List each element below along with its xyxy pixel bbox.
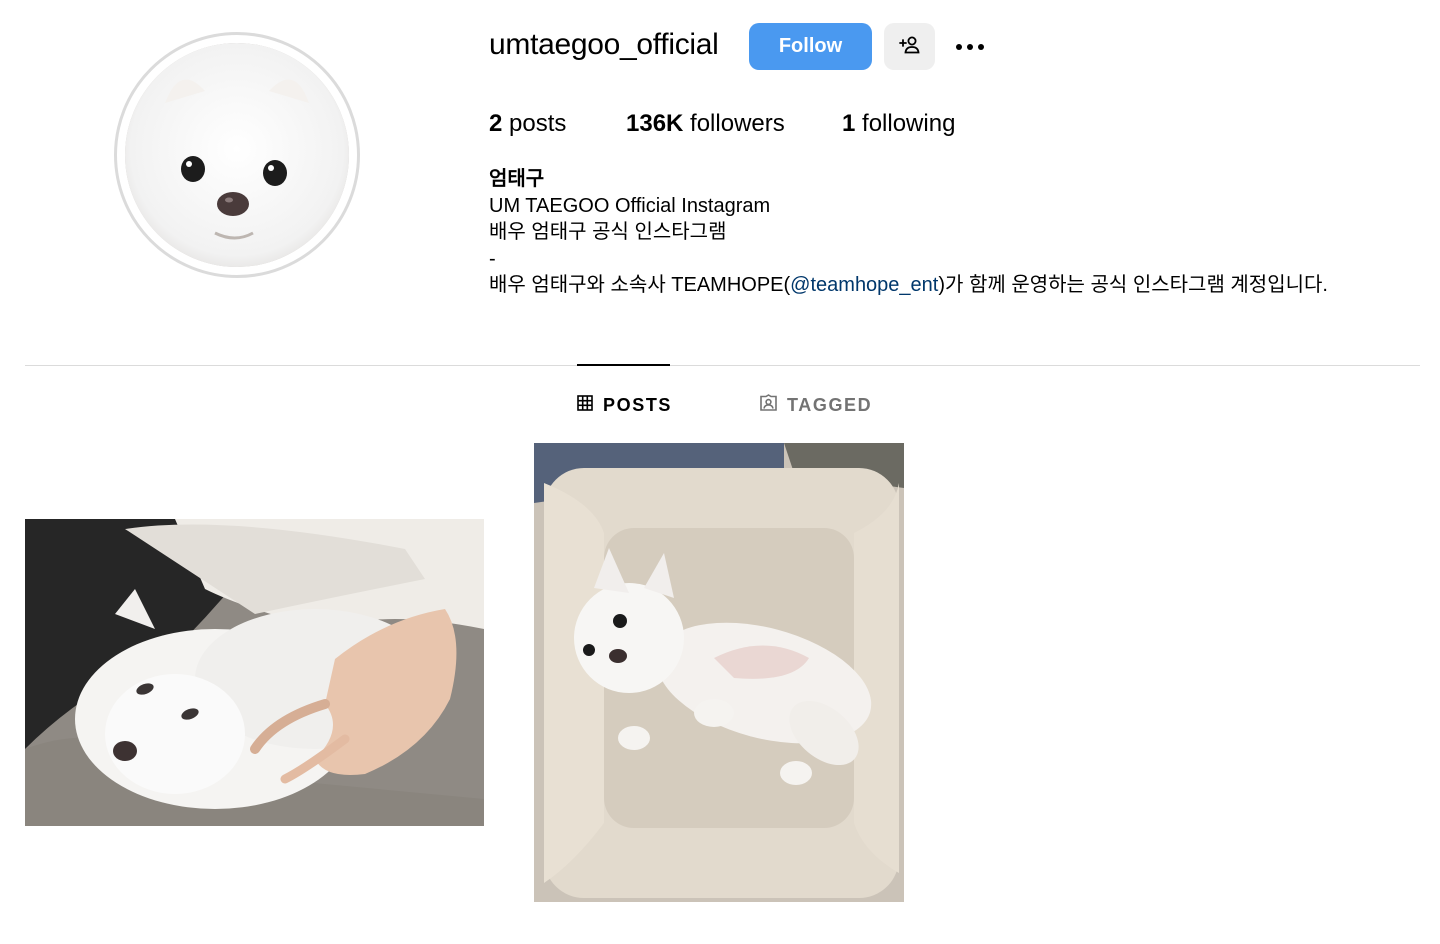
grid-icon	[577, 394, 593, 416]
followers-link[interactable]: 136K followers	[626, 110, 785, 138]
bio-line: UM TAEGOO Official Instagram	[489, 194, 771, 217]
avatar-image	[125, 43, 349, 267]
more-options-icon-dot	[967, 44, 973, 50]
follow-button[interactable]: Follow	[749, 23, 872, 70]
followers-count-label: followers	[683, 110, 785, 137]
tab-posts[interactable]: POSTS	[577, 394, 672, 416]
bio-line: -	[489, 247, 496, 270]
mention-link[interactable]: @teamhope_ent	[790, 274, 938, 296]
tagged-icon	[760, 394, 777, 416]
followers-count-value: 136K	[626, 110, 684, 137]
profile-full-name: 엄태구	[489, 168, 545, 190]
following-count-value: 1	[842, 110, 856, 137]
post-thumbnail[interactable]	[534, 443, 904, 902]
active-tab-indicator	[577, 364, 670, 366]
posts-count: 2 posts	[489, 110, 566, 138]
tab-tagged-label: TAGGED	[787, 394, 873, 415]
more-options-button[interactable]	[950, 30, 990, 64]
tab-tagged[interactable]: TAGGED	[760, 394, 872, 416]
more-options-icon	[956, 44, 962, 50]
profile-username: umtaegoo_official	[489, 28, 719, 61]
following-link[interactable]: 1 following	[842, 110, 955, 138]
bio-line: 배우 엄태구 공식 인스타그램	[489, 221, 727, 243]
tab-posts-label: POSTS	[603, 394, 673, 415]
suggested-accounts-button[interactable]	[884, 23, 935, 70]
profile-page: umtaegoo_official Follow 2 posts 136K fo…	[0, 0, 1440, 944]
profile-avatar[interactable]	[114, 32, 360, 278]
bio-text: )가 함께 운영하는 공식 인스타그램 계정입니다.	[938, 274, 1328, 296]
post-thumbnail[interactable]	[25, 519, 484, 826]
posts-count-value: 2	[489, 110, 503, 137]
profile-bio: 엄태구 UM TAEGOO Official Instagram 배우 엄태구 …	[489, 166, 1328, 299]
following-count-label: following	[855, 110, 956, 137]
bio-line: 배우 엄태구와 소속사 TEAMHOPE(@teamhope_ent)가 함께 …	[489, 272, 1328, 299]
add-person-icon	[898, 33, 922, 60]
tabs-divider	[25, 365, 1420, 366]
posts-count-label: posts	[502, 110, 567, 137]
more-options-icon-dot	[978, 44, 984, 50]
bio-text: 배우 엄태구와 소속사 TEAMHOPE(	[489, 274, 791, 296]
